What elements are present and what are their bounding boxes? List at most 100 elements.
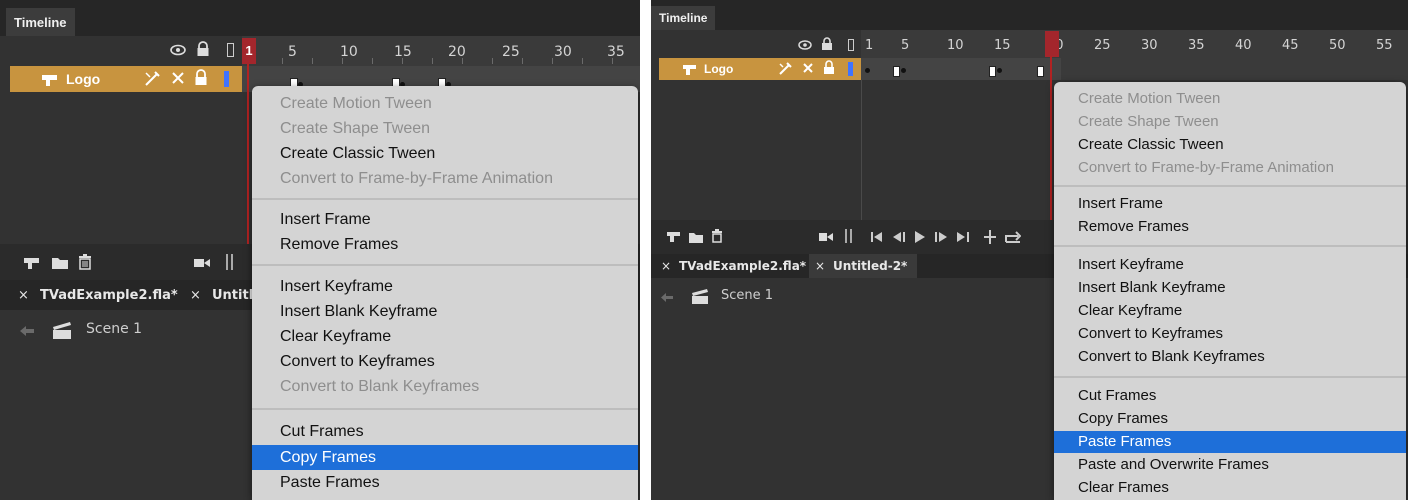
playhead-handle[interactable]: 1: [242, 38, 256, 64]
menu-item-create-classic-tween[interactable]: Create Classic Tween: [1054, 134, 1406, 156]
ruler-number: 25: [1094, 38, 1111, 53]
step-forward-icon[interactable]: [935, 232, 947, 242]
pencil-slash-icon[interactable]: [777, 61, 793, 77]
menu-item-clear-keyframe[interactable]: Clear Keyframe: [1054, 300, 1406, 322]
playhead-handle[interactable]: [1045, 31, 1059, 57]
menu-item-convert-to-blank-keyframes[interactable]: Convert to Blank Keyframes: [252, 375, 638, 399]
menu-separator: [1054, 185, 1406, 187]
hidden-x-icon[interactable]: [801, 61, 815, 75]
menu-item-convert-to-keyframes[interactable]: Convert to Keyframes: [1054, 323, 1406, 345]
pencil-slash-icon[interactable]: [143, 70, 161, 88]
eye-icon[interactable]: [170, 44, 186, 56]
menu-item-cut-frames[interactable]: Cut Frames: [1054, 385, 1406, 407]
menu-item-paste-overwrite-frames[interactable]: Paste and Overwrite Frames: [1054, 454, 1406, 476]
menu-item-create-classic-tween[interactable]: Create Classic Tween: [252, 142, 638, 166]
doc-tab-close-icon[interactable]: ×: [815, 259, 825, 273]
layer-row-logo[interactable]: Logo: [10, 66, 242, 92]
ruler-number: 45: [1282, 38, 1299, 53]
ruler-number: 25: [502, 44, 520, 60]
pause-bars-icon[interactable]: [845, 229, 853, 243]
new-layer-icon[interactable]: [24, 256, 40, 270]
center-frame-icon[interactable]: [983, 230, 997, 244]
play-icon[interactable]: [915, 231, 925, 243]
playhead-line: [1050, 56, 1052, 232]
layer-row-logo[interactable]: Logo: [659, 58, 861, 80]
lock-icon[interactable]: [196, 41, 210, 57]
layer-lock-icon[interactable]: [823, 60, 835, 75]
menu-item-remove-frames[interactable]: Remove Frames: [1054, 216, 1406, 238]
menu-item-convert-frame-by-frame[interactable]: Convert to Frame-by-Frame Animation: [252, 167, 638, 191]
clapper-icon: [691, 288, 709, 304]
new-folder-icon[interactable]: [52, 256, 68, 269]
menu-item-copy-frames[interactable]: Copy Frames: [252, 445, 638, 470]
layer-frames[interactable]: [861, 58, 1408, 80]
timeline-tab[interactable]: Timeline: [651, 6, 716, 30]
ruler-number: 35: [1188, 38, 1205, 53]
camera-icon[interactable]: [819, 232, 833, 242]
keyframe-end: [989, 66, 996, 77]
trash-icon[interactable]: [711, 229, 723, 243]
outline-icon[interactable]: [227, 43, 234, 57]
frame-ruler[interactable]: 1 5 10 15 20 25 30 35 40 45 50 55: [861, 30, 1408, 58]
eye-icon[interactable]: [798, 40, 812, 50]
divider-line: [861, 80, 862, 230]
menu-item-insert-keyframe[interactable]: Insert Keyframe: [252, 275, 638, 299]
doc-tab-close-icon[interactable]: ×: [661, 259, 671, 273]
back-arrow-icon[interactable]: [661, 293, 673, 302]
menu-item-insert-frame[interactable]: Insert Frame: [252, 208, 638, 232]
layer-color-swatch[interactable]: [224, 71, 229, 87]
pause-bars-icon[interactable]: [226, 254, 234, 270]
menu-item-cut-frames[interactable]: Cut Frames: [252, 420, 638, 444]
menu-item-paste-frames[interactable]: Paste Frames: [1054, 431, 1406, 453]
new-layer-icon[interactable]: [667, 231, 681, 243]
menu-item-insert-blank-keyframe[interactable]: Insert Blank Keyframe: [252, 300, 638, 324]
layer-color-swatch[interactable]: [848, 62, 853, 76]
menu-item-convert-frame-by-frame[interactable]: Convert to Frame-by-Frame Animation: [1054, 157, 1406, 179]
menu-item-insert-blank-keyframe[interactable]: Insert Blank Keyframe: [1054, 277, 1406, 299]
doc-tab-tvadexample[interactable]: TVadExample2.fla*: [679, 259, 806, 273]
menu-item-create-motion-tween[interactable]: Create Motion Tween: [1054, 88, 1406, 110]
doc-tab-close-icon[interactable]: ×: [18, 288, 29, 303]
ruler-number: 5: [288, 44, 297, 60]
layer-lock-icon[interactable]: [194, 69, 208, 86]
doc-tab-tvadexample[interactable]: TVadExample2.fla*: [40, 288, 178, 303]
menu-item-convert-to-blank-keyframes[interactable]: Convert to Blank Keyframes: [1054, 346, 1406, 368]
ruler-number: 40: [1235, 38, 1252, 53]
scene-label[interactable]: Scene 1: [721, 288, 773, 303]
ruler-number: 50: [1329, 38, 1346, 53]
menu-item-clear-frames[interactable]: Clear Frames: [1054, 477, 1406, 499]
ruler-number: 1: [865, 38, 874, 53]
empty-frames[interactable]: [1061, 58, 1408, 80]
doc-tab-untitled[interactable]: Untitl: [212, 288, 253, 303]
lock-icon[interactable]: [821, 37, 833, 51]
menu-item-create-shape-tween[interactable]: Create Shape Tween: [1054, 111, 1406, 133]
ruler-number: 20: [448, 44, 466, 60]
go-to-last-frame-icon[interactable]: [957, 232, 969, 242]
step-back-icon[interactable]: [893, 232, 905, 242]
back-arrow-icon[interactable]: [20, 326, 34, 336]
frame-ruler[interactable]: 5 10 15 20 25 30 35: [242, 36, 640, 66]
go-to-first-frame-icon[interactable]: [871, 232, 883, 242]
camera-icon[interactable]: [194, 257, 210, 269]
scene-label[interactable]: Scene 1: [86, 321, 142, 337]
timeline-tab[interactable]: Timeline: [6, 8, 75, 36]
menu-item-clear-keyframe[interactable]: Clear Keyframe: [252, 325, 638, 349]
menu-item-convert-to-keyframes[interactable]: Convert to Keyframes: [252, 350, 638, 374]
ruler-number: 35: [607, 44, 625, 60]
menu-item-create-motion-tween[interactable]: Create Motion Tween: [252, 92, 638, 116]
menu-item-remove-frames[interactable]: Remove Frames: [252, 233, 638, 257]
doc-tab-untitled[interactable]: Untitled-2*: [833, 259, 907, 273]
menu-item-paste-frames[interactable]: Paste Frames: [252, 471, 638, 495]
keyframe: [901, 68, 906, 73]
menu-item-copy-frames[interactable]: Copy Frames: [1054, 408, 1406, 430]
outline-icon[interactable]: [848, 39, 854, 51]
new-folder-icon[interactable]: [689, 231, 703, 243]
loop-icon[interactable]: [1005, 230, 1021, 244]
hidden-x-icon[interactable]: [170, 70, 186, 86]
menu-separator: [252, 198, 638, 200]
menu-item-insert-frame[interactable]: Insert Frame: [1054, 193, 1406, 215]
doc-tab-close-icon[interactable]: ×: [190, 288, 201, 303]
trash-icon[interactable]: [78, 254, 92, 270]
menu-item-create-shape-tween[interactable]: Create Shape Tween: [252, 117, 638, 141]
menu-item-insert-keyframe[interactable]: Insert Keyframe: [1054, 254, 1406, 276]
